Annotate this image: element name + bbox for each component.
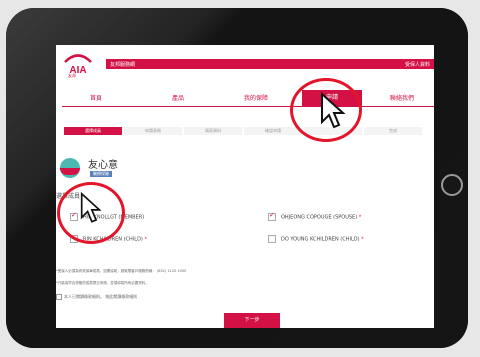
- required-mark: *: [358, 214, 362, 221]
- step-4: 確認申請: [244, 127, 302, 135]
- next-button[interactable]: 下一步: [224, 313, 280, 328]
- nav-my-coverage[interactable]: 我的保障: [226, 93, 286, 102]
- nav-contact-us[interactable]: 聯絡我們: [372, 93, 432, 102]
- member-checkbox[interactable]: [268, 211, 276, 221]
- step-3: 填寫資料: [184, 127, 242, 135]
- cursor-icon: [80, 192, 102, 223]
- site-title: 友邦服務網: [110, 62, 136, 68]
- cursor-icon: [321, 92, 346, 129]
- note-line: *受保人必須為有效保單成員，如需協助，請致電客戶服務熱線： (852) 1120…: [56, 269, 187, 273]
- plan-name: 友心意: [88, 160, 118, 171]
- logo-subtitle: 友邦: [68, 73, 76, 78]
- page-title: 受保人資料: [404, 62, 430, 68]
- step-2: 申請表格: [124, 127, 182, 135]
- member-label: OHJEONG COPOUGE (SPOUSE): [281, 214, 358, 221]
- note-line: *只能為符合資格的成員提交申請，並須填寫所有必要資料。: [56, 281, 149, 285]
- tablet-screen: AIA 友邦 友邦服務網 受保人資料 首頁 產品 我的保障 申請 聯絡我們 選擇…: [56, 45, 434, 328]
- agree-text: 本人已閱讀條款細則。: [64, 294, 104, 299]
- progress-steps: 選擇成員 申請表格 填寫資料 確認申請 完成: [56, 127, 434, 135]
- agree-checkbox[interactable]: [56, 294, 62, 300]
- main-nav: 首頁 產品 我的保障 申請 聯絡我們: [62, 90, 434, 107]
- plan-tag: 醫療保險: [90, 171, 112, 177]
- top-banner: 友邦服務網 受保人資料: [106, 59, 434, 69]
- required-mark: *: [144, 236, 147, 243]
- agree-row[interactable]: 本人已閱讀條款細則。 按此閱讀條款細則: [56, 294, 137, 300]
- step-6: 完成: [364, 127, 422, 135]
- home-button[interactable]: [441, 174, 463, 196]
- nav-products[interactable]: 產品: [148, 93, 208, 102]
- member-checkbox[interactable]: [268, 235, 276, 243]
- aia-logo: AIA: [64, 54, 92, 76]
- terms-link[interactable]: 按此閱讀條款細則: [105, 294, 137, 299]
- step-1: 選擇成員: [64, 127, 122, 135]
- member-option[interactable]: DO YOUNG KCHILDREN (CHILD) *: [268, 235, 364, 243]
- member-option[interactable]: OHJEONG COPOUGE (SPOUSE) *: [268, 211, 362, 221]
- nav-home[interactable]: 首頁: [66, 93, 126, 102]
- member-label: DO YOUNG KCHILDREN (CHILD): [281, 236, 360, 243]
- required-mark: *: [361, 236, 364, 243]
- tablet-device: AIA 友邦 友邦服務網 受保人資料 首頁 產品 我的保障 申請 聯絡我們 選擇…: [6, 8, 468, 348]
